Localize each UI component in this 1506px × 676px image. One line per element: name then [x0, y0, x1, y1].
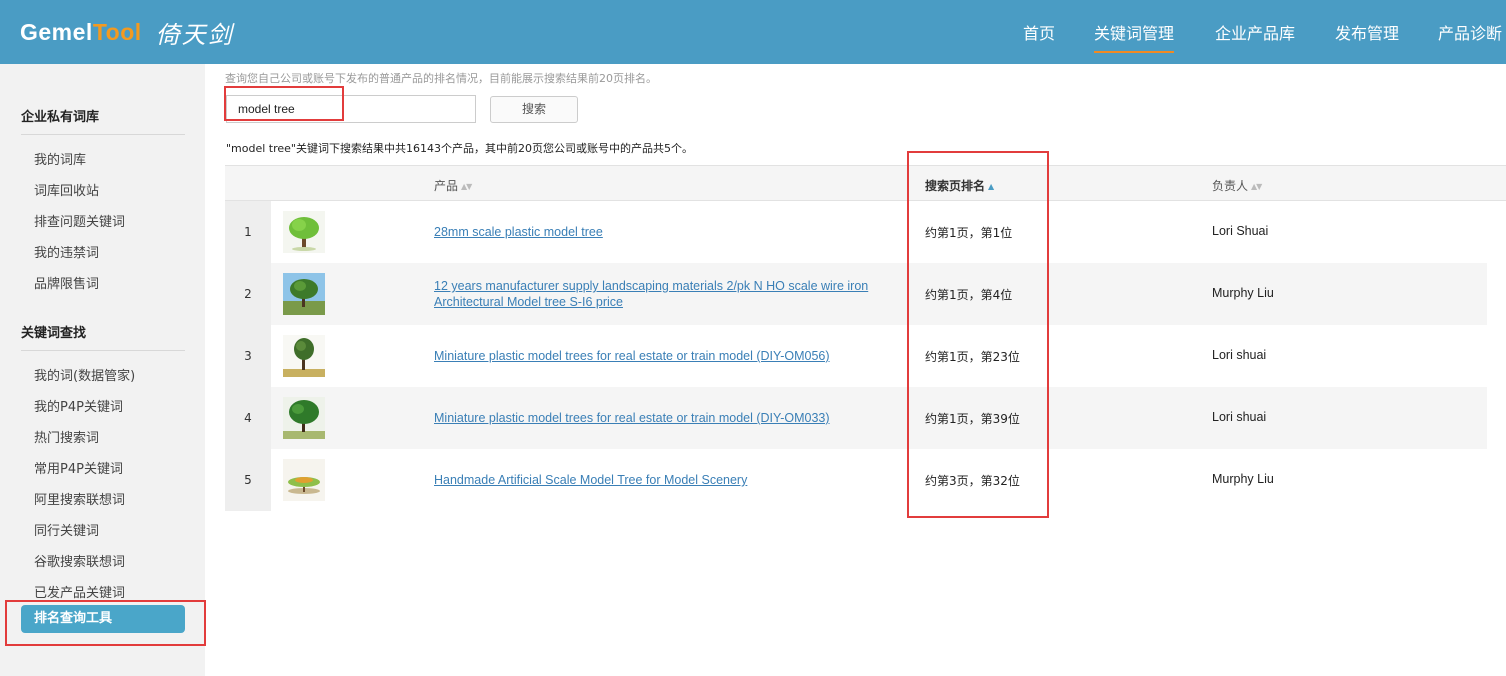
column-label-owner: 负责人: [1212, 179, 1249, 193]
top-header: Gemel Tool 倚天剑 首页 关键词管理 企业产品库 发布管理 产品诊断: [0, 0, 1506, 64]
column-header-product[interactable]: 产品 ▲▼: [434, 177, 472, 194]
sort-icon[interactable]: ▲▼: [461, 182, 472, 191]
sort-asc-icon[interactable]: ▲: [988, 182, 994, 191]
keyword-search-input[interactable]: [226, 95, 476, 123]
table-row: 5 Handmade Artificial Scale Model Tree f…: [225, 449, 1487, 511]
logo-text-gemel: Gemel: [20, 18, 93, 45]
search-button[interactable]: 搜索: [490, 96, 578, 123]
product-link[interactable]: Miniature plastic model trees for real e…: [434, 410, 904, 426]
tree-thumbnail-image[interactable]: [283, 273, 325, 315]
result-summary: "model tree"关键词下搜索结果中共16143个产品，其中前20页您公司…: [226, 142, 693, 155]
row-index: 3: [225, 325, 271, 387]
search-rank: 约第1页，第23位: [925, 350, 1020, 364]
product-link[interactable]: 12 years manufacturer supply landscaping…: [434, 278, 904, 310]
logo-chinese-name: 倚天剑: [155, 20, 234, 49]
column-header-rank[interactable]: 搜索页排名 ▲: [925, 177, 994, 194]
query-hint-text: 查询您自己公司或账号下发布的普通产品的排名情况，目前能展示搜索结果前20页排名。: [225, 72, 657, 85]
owner-name: Lori Shuai: [1212, 224, 1269, 238]
sidebar-item-ali-suggest[interactable]: 阿里搜索联想词: [34, 489, 125, 508]
sidebar-item-lexicon-recycle[interactable]: 词库回收站: [34, 180, 99, 199]
row-index: 1: [225, 201, 271, 263]
sidebar: 企业私有词库 我的词库 词库回收站 排查问题关键词 我的违禁词 品牌限售词 关键…: [0, 64, 205, 676]
search-rank: 约第1页，第4位: [925, 288, 1013, 302]
sidebar-section-private-lexicon: 企业私有词库: [21, 110, 100, 125]
product-link[interactable]: Miniature plastic model trees for real e…: [434, 348, 904, 364]
sidebar-item-common-p4p[interactable]: 常用P4P关键词: [34, 458, 123, 477]
sidebar-item-brand-restricted[interactable]: 品牌限售词: [34, 273, 99, 292]
sidebar-divider: [21, 350, 185, 351]
table-header: 产品 ▲▼ 搜索页排名 ▲ 负责人 ▲▼: [225, 165, 1506, 201]
sidebar-section-keyword-search: 关键词查找: [21, 326, 87, 341]
owner-name: Murphy Liu: [1212, 472, 1274, 486]
row-index: 4: [225, 387, 271, 449]
sidebar-item-my-lexicon[interactable]: 我的词库: [34, 149, 86, 168]
nav-home[interactable]: 首页: [1023, 20, 1055, 44]
row-index: 5: [225, 449, 271, 511]
tree-thumbnail-image[interactable]: [283, 211, 325, 253]
table-row: 4 Miniature plastic model trees for real…: [225, 387, 1487, 449]
table-row: 1 28mm scale plastic model tree 约第1页，第1位…: [225, 201, 1487, 263]
nav-product-diagnosis[interactable]: 产品诊断: [1438, 20, 1502, 44]
sidebar-item-google-suggest[interactable]: 谷歌搜索联想词: [34, 551, 125, 570]
sidebar-item-my-words-data[interactable]: 我的词(数据管家): [34, 365, 135, 384]
sidebar-item-problem-keywords[interactable]: 排查问题关键词: [34, 211, 125, 230]
sidebar-item-hot-search[interactable]: 热门搜索词: [34, 427, 99, 446]
search-rank: 约第3页，第32位: [925, 474, 1020, 488]
sidebar-item-my-p4p-keywords[interactable]: 我的P4P关键词: [34, 396, 123, 415]
search-rank: 约第1页，第1位: [925, 226, 1013, 240]
owner-name: Lori shuai: [1212, 410, 1267, 424]
search-rank: 约第1页，第39位: [925, 412, 1020, 426]
nav-keyword-management[interactable]: 关键词管理: [1094, 20, 1175, 53]
sidebar-item-peer-keywords[interactable]: 同行关键词: [34, 520, 99, 539]
table-row: 3 Miniature plastic model trees for real…: [225, 325, 1487, 387]
column-header-owner[interactable]: 负责人 ▲▼: [1212, 177, 1262, 194]
product-link[interactable]: 28mm scale plastic model tree: [434, 224, 904, 240]
column-label-product: 产品: [434, 179, 459, 193]
sidebar-item-published-keywords[interactable]: 已发产品关键词: [34, 582, 125, 601]
sidebar-item-rank-query-tool[interactable]: 排名查询工具: [21, 605, 185, 633]
nav-publish-management[interactable]: 发布管理: [1335, 20, 1399, 44]
row-index: 2: [225, 263, 271, 325]
owner-name: Murphy Liu: [1212, 286, 1274, 300]
sidebar-item-banned-words[interactable]: 我的违禁词: [34, 242, 99, 261]
tree-thumbnail-image[interactable]: [283, 335, 325, 377]
app-logo[interactable]: Gemel Tool 倚天剑: [20, 14, 234, 50]
column-label-rank: 搜索页排名: [925, 179, 986, 193]
sidebar-divider: [21, 134, 185, 135]
product-link[interactable]: Handmade Artificial Scale Model Tree for…: [434, 472, 904, 488]
sort-icon[interactable]: ▲▼: [1251, 182, 1262, 191]
tree-thumbnail-image[interactable]: [283, 397, 325, 439]
tree-thumbnail-image[interactable]: [283, 459, 325, 501]
nav-product-library[interactable]: 企业产品库: [1215, 20, 1295, 44]
owner-name: Lori shuai: [1212, 348, 1267, 362]
logo-text-tool: Tool: [92, 18, 142, 45]
table-row: 2 12 years manufacturer supply landscapi…: [225, 263, 1487, 325]
